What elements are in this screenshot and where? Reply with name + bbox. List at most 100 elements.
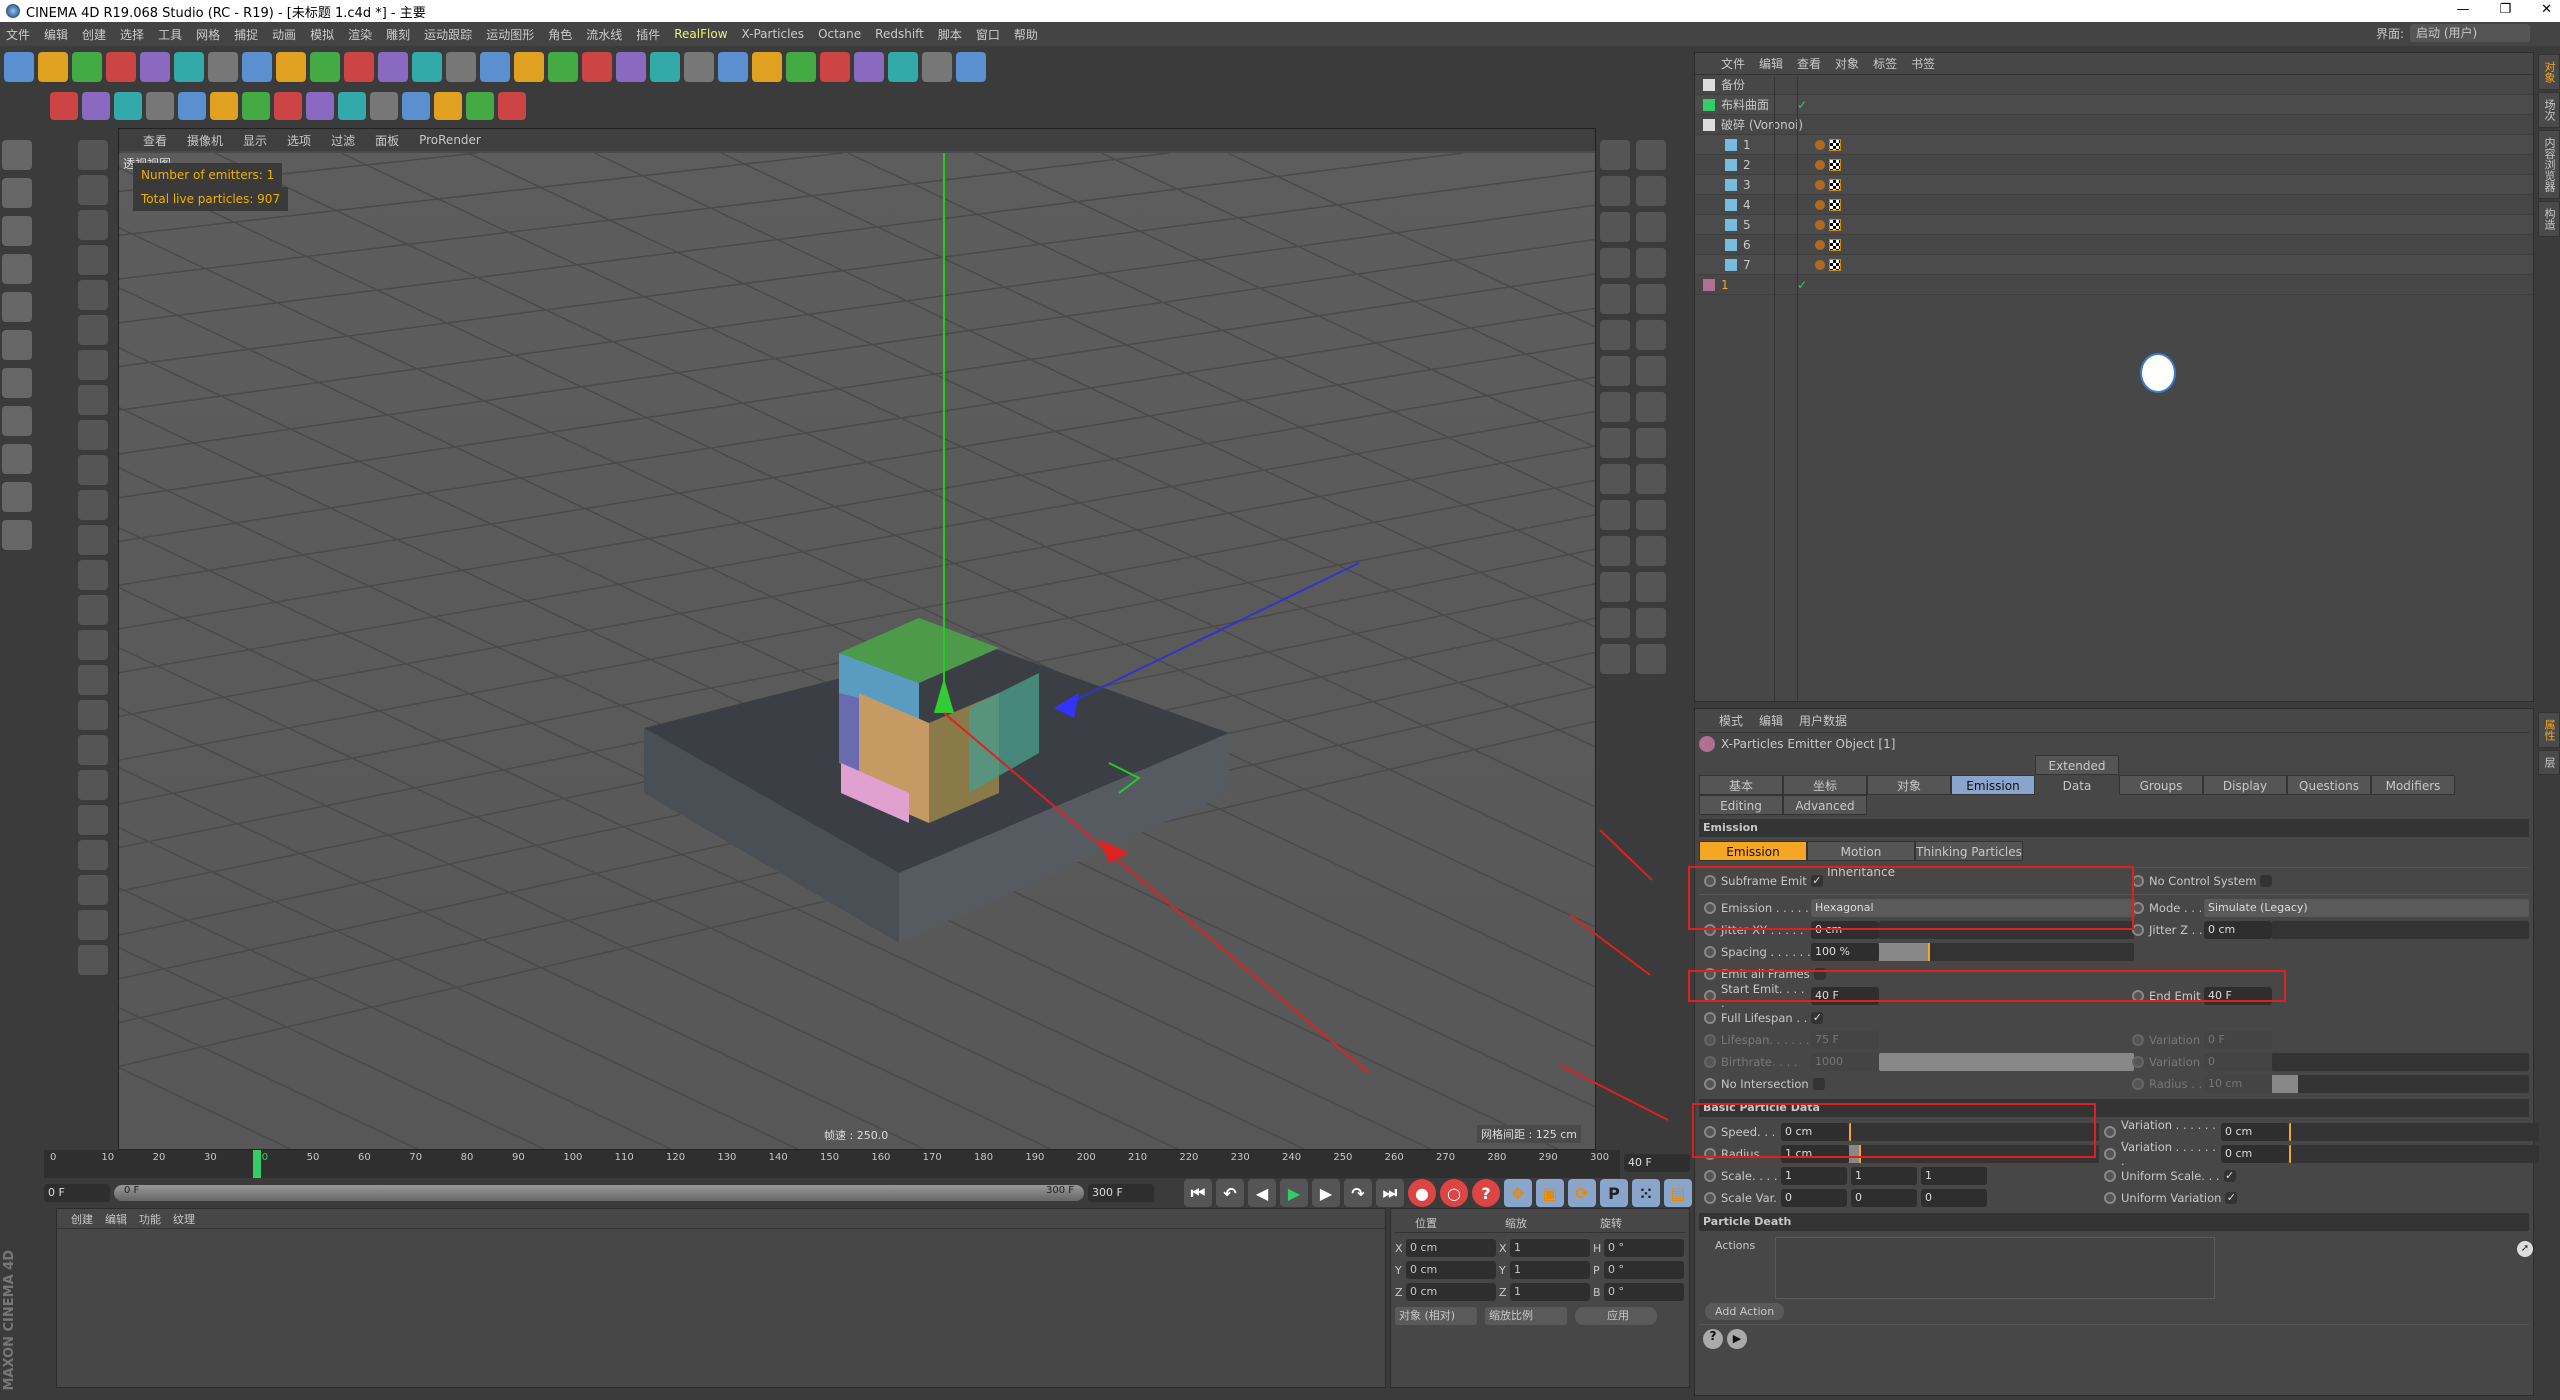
no-intersection-checkbox[interactable] (1812, 1078, 1825, 1090)
tab-8[interactable]: Modifiers (2371, 775, 2455, 795)
Y-icon[interactable] (276, 52, 306, 82)
mode-tool-icon[interactable] (2, 140, 32, 170)
speed-variation-input[interactable]: 0 cm (2221, 1123, 2289, 1141)
end-frame-field[interactable]: 300 F (1088, 1184, 1154, 1202)
menu-15[interactable]: 插件 (636, 26, 660, 43)
mode-tool-icon[interactable] (2, 482, 32, 512)
texture-tag-icon[interactable] (1829, 238, 1841, 251)
play-button[interactable]: ▶ (1280, 1179, 1308, 1207)
undo-icon[interactable] (4, 52, 34, 82)
om-menu-4[interactable]: 标签 (1873, 55, 1897, 72)
palette-tool-icon[interactable] (1636, 248, 1666, 278)
key-scale-button[interactable]: ▣ (1536, 1179, 1564, 1207)
coord-pos-input[interactable]: 0 cm (1406, 1261, 1496, 1279)
enabled-check[interactable]: ✓ (1797, 98, 1807, 112)
menu-0[interactable]: 文件 (6, 26, 30, 43)
uniform-scale-checkbox[interactable]: ✓ (2223, 1170, 2236, 1182)
menu-16[interactable]: RealFlow (674, 27, 727, 41)
mode-tool-icon[interactable] (2, 406, 32, 436)
palette-tool-icon[interactable] (1636, 464, 1666, 494)
go-end-button[interactable]: ⏭ (1376, 1179, 1404, 1207)
texture-tag-icon[interactable] (1829, 178, 1841, 191)
radius-variation-input[interactable]: 0 cm (2221, 1145, 2289, 1163)
viewport-menu-2[interactable]: 显示 (243, 132, 267, 149)
object-name[interactable]: 4 (1743, 198, 1771, 212)
render-icon[interactable] (412, 52, 442, 82)
menu-2[interactable]: 创建 (82, 26, 106, 43)
psr-icon[interactable] (956, 52, 986, 82)
select-icon[interactable] (72, 52, 102, 82)
tool-icon[interactable] (78, 700, 108, 730)
menu-8[interactable]: 模拟 (310, 26, 334, 43)
jitter-z-input[interactable]: 0 cm (2204, 921, 2272, 939)
cube-icon[interactable] (480, 52, 510, 82)
timeline-ruler[interactable]: 0 10 20 30 40 50 60 70 80 90 100 110 120 130 140 150 160… (44, 1150, 1620, 1178)
subdivide-icon[interactable] (548, 52, 578, 82)
subtab-2[interactable]: Thinking Particles (1915, 841, 2023, 861)
palette-tool-icon[interactable] (1600, 644, 1630, 674)
text-icon[interactable] (370, 92, 398, 120)
palette-tool-icon[interactable] (1600, 572, 1630, 602)
mode-tool-icon[interactable] (2, 254, 32, 284)
palette-tool-icon[interactable] (1600, 140, 1630, 170)
menu-9[interactable]: 渲染 (348, 26, 372, 43)
palette-tool-icon[interactable] (1636, 356, 1666, 386)
add-action-button[interactable]: Add Action (1705, 1303, 1785, 1320)
prev-key-button[interactable]: ↶ (1216, 1179, 1244, 1207)
keyframe-selection-button[interactable]: ? (1472, 1179, 1500, 1207)
tool-icon[interactable] (78, 840, 108, 870)
speed-variation-slider[interactable] (2289, 1123, 2539, 1141)
playhead[interactable] (253, 1150, 262, 1178)
menu-4[interactable]: 工具 (158, 26, 182, 43)
palette-tool-icon[interactable] (1600, 500, 1630, 530)
menu-11[interactable]: 运动跟踪 (424, 26, 472, 43)
tool-icon[interactable] (78, 630, 108, 660)
coord-rot-input[interactable]: 0 ° (1604, 1239, 1684, 1257)
palette-tool-icon[interactable] (1600, 320, 1630, 350)
texture-tag-icon[interactable] (1829, 158, 1841, 171)
light-icon[interactable] (718, 52, 748, 82)
menu-13[interactable]: 角色 (548, 26, 572, 43)
viewport-menu-4[interactable]: 过滤 (331, 132, 355, 149)
lifespan-input[interactable]: 75 F (1811, 1031, 1879, 1049)
tool-icon[interactable] (78, 280, 108, 310)
full-lifespan-checkbox[interactable]: ✓ (1811, 1012, 1824, 1024)
coord-scale-input[interactable]: 1 (1510, 1283, 1590, 1301)
birthrate-input[interactable]: 1000 (1811, 1053, 1879, 1071)
dynamics-tag-icon[interactable] (1815, 219, 1825, 230)
add-icon[interactable] (208, 52, 238, 82)
move-icon[interactable] (106, 52, 136, 82)
viewport-menu-6[interactable]: ProRender (419, 133, 481, 147)
birthrate-slider[interactable] (1879, 1053, 2134, 1071)
fx-icon[interactable] (498, 92, 526, 120)
object-name[interactable]: 破碎 (Voronoi) (1721, 116, 1803, 133)
coord-mode-dropdown[interactable]: 对象 (相对) (1395, 1307, 1477, 1325)
emitter2-icon[interactable] (338, 92, 366, 120)
palette-tool-icon[interactable] (1600, 464, 1630, 494)
palette-tool-icon[interactable] (1600, 176, 1630, 206)
connect-icon[interactable] (820, 52, 850, 82)
menu-6[interactable]: 捕捉 (234, 26, 258, 43)
coord-pos-input[interactable]: 0 cm (1406, 1239, 1496, 1257)
prev-frame-button[interactable]: ◀ (1248, 1179, 1276, 1207)
palette-tool-icon[interactable] (1636, 500, 1666, 530)
subtab-0[interactable]: Emission (1699, 841, 1807, 861)
mode-tool-icon[interactable] (2, 216, 32, 246)
coord-pos-input[interactable]: 0 cm (1406, 1283, 1496, 1301)
polygon-icon[interactable] (50, 92, 78, 120)
tab2-0[interactable]: Editing (1699, 795, 1783, 815)
tab-7[interactable]: Questions (2287, 775, 2371, 795)
autokey-button[interactable]: ○ (1440, 1179, 1468, 1207)
object-name[interactable]: 备份 (1721, 76, 1771, 93)
key-param-button[interactable]: P (1600, 1179, 1628, 1207)
object-row[interactable]: 2 (1695, 155, 2533, 175)
tab-0[interactable]: 基本 (1699, 775, 1783, 795)
dynamics-tag-icon[interactable] (1815, 259, 1825, 270)
pen-icon[interactable] (514, 52, 544, 82)
scale-y-input[interactable]: 1 (1851, 1167, 1917, 1185)
coord-icon[interactable] (344, 52, 374, 82)
tool-icon[interactable] (78, 525, 108, 555)
object-name[interactable]: 布料曲面 (1721, 96, 1771, 113)
menu-14[interactable]: 流水线 (586, 26, 622, 43)
scale-mode-dropdown[interactable]: 缩放比例 (1485, 1307, 1567, 1325)
